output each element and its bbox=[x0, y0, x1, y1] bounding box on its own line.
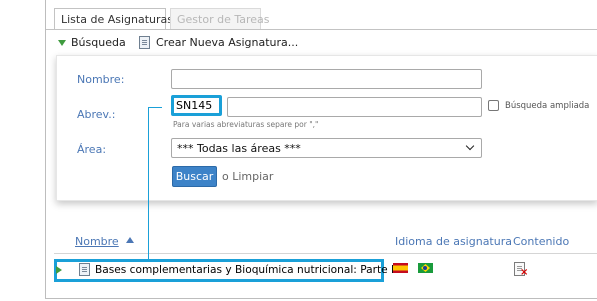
sort-ascending-icon[interactable] bbox=[126, 237, 134, 243]
search-toggle-label: Búsqueda bbox=[71, 36, 126, 49]
extended-search-label: Búsqueda ampliada bbox=[505, 100, 590, 111]
course-document-icon bbox=[79, 263, 90, 276]
create-course-button[interactable]: Crear Nueva Asignatura... bbox=[139, 36, 298, 49]
expand-row-icon[interactable] bbox=[56, 266, 62, 274]
area-selected-value: *** Todas las áreas *** bbox=[177, 141, 301, 155]
course-title-link[interactable]: Bases complementarias y Bioquímica nutri… bbox=[95, 264, 394, 276]
search-panel: Nombre: Abrev.: Para varias abreviaturas… bbox=[56, 55, 597, 201]
column-header-nombre[interactable]: Nombre bbox=[75, 235, 119, 248]
triangle-down-icon bbox=[58, 39, 66, 46]
create-course-label: Crear Nueva Asignatura... bbox=[156, 36, 299, 49]
main-frame: Lista de Asignaturas Gestor de Tareas Bú… bbox=[45, 0, 597, 299]
column-header-idioma: Idioma de asignatura bbox=[395, 235, 512, 248]
flag-es-icon bbox=[393, 263, 408, 273]
header-divider bbox=[54, 253, 597, 254]
area-label: Área: bbox=[77, 143, 107, 156]
abrev-input[interactable] bbox=[171, 95, 222, 116]
abrev-input-extension[interactable] bbox=[227, 97, 482, 117]
buscar-button[interactable]: Buscar bbox=[172, 166, 217, 187]
tab-lista-de-asignaturas[interactable]: Lista de Asignaturas bbox=[54, 8, 173, 30]
content-missing-x-mark: × bbox=[520, 267, 529, 278]
document-icon bbox=[139, 36, 150, 49]
nombre-input[interactable] bbox=[171, 69, 482, 89]
nombre-label: Nombre: bbox=[77, 73, 125, 86]
search-toggle-button[interactable]: Búsqueda bbox=[58, 36, 126, 49]
tab-divider bbox=[46, 29, 597, 30]
flag-br-icon bbox=[418, 263, 433, 273]
limpiar-link[interactable]: o Limpiar bbox=[222, 170, 273, 183]
abrev-hint: Para varias abreviaturas separe por "," bbox=[173, 120, 319, 129]
abrev-label: Abrev.: bbox=[77, 108, 116, 121]
tab-gestor-de-tareas[interactable]: Gestor de Tareas bbox=[170, 8, 270, 30]
area-select[interactable]: *** Todas las áreas *** bbox=[171, 138, 482, 158]
extended-search-checkbox[interactable] bbox=[488, 100, 499, 111]
callout-connector bbox=[149, 107, 162, 108]
callout-connector bbox=[148, 107, 149, 259]
column-header-contenido: Contenido bbox=[513, 235, 570, 248]
extended-search-toggle[interactable]: Búsqueda ampliada bbox=[488, 100, 589, 111]
chevron-down-icon bbox=[465, 141, 475, 151]
